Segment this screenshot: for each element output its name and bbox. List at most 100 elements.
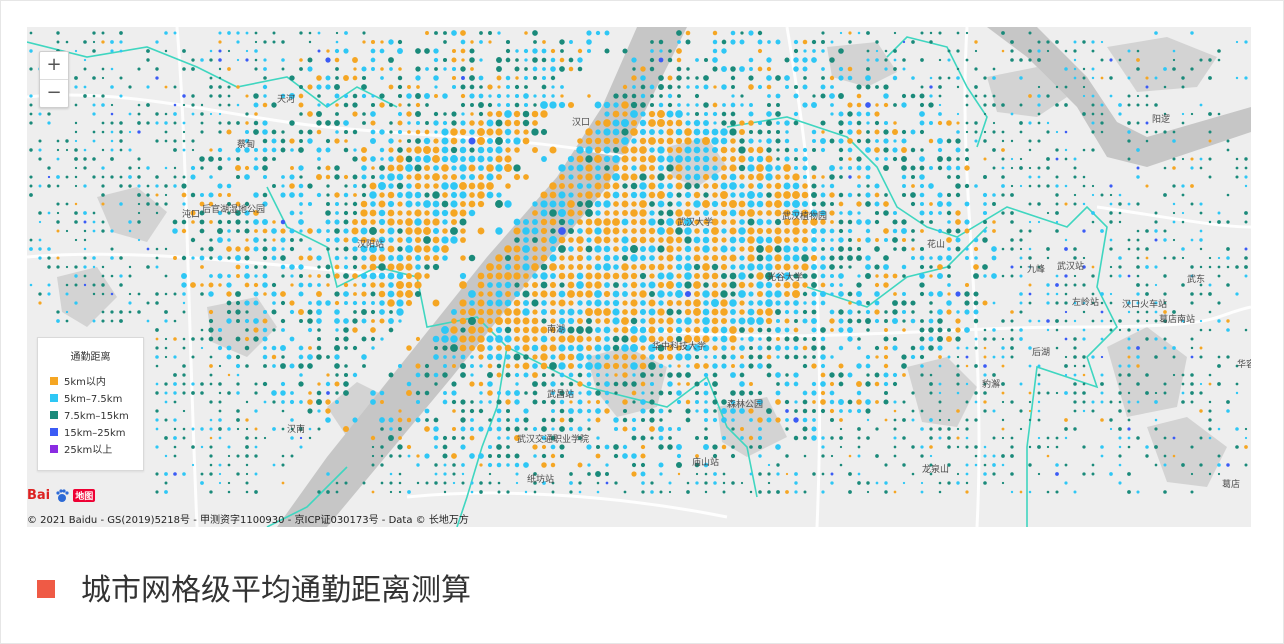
grid-dot <box>749 382 753 386</box>
grid-dot <box>738 281 746 289</box>
grid-dot <box>946 210 952 216</box>
grid-dot <box>460 237 466 243</box>
grid-dot <box>380 463 384 467</box>
place-label[interactable]: 汉南 <box>287 422 305 435</box>
place-label[interactable]: 阳逻 <box>1152 112 1170 125</box>
grid-dot <box>307 201 313 207</box>
place-label[interactable]: 后官湖湿地公园 <box>202 202 265 215</box>
grid-dot <box>299 445 303 449</box>
grid-dot <box>253 300 259 306</box>
place-label[interactable]: 天河 <box>277 92 295 105</box>
baidu-map-logo[interactable]: Bai 地图 <box>27 488 96 508</box>
grid-dot <box>902 463 906 467</box>
grid-dot <box>910 318 916 324</box>
grid-dot <box>495 353 503 361</box>
grid-dot <box>883 345 889 351</box>
grid-dot <box>829 372 835 378</box>
grid-dot <box>289 336 295 342</box>
grid-dot <box>164 382 168 386</box>
place-label[interactable]: 九峰 <box>1027 262 1045 275</box>
grid-dot <box>639 137 647 145</box>
grid-dot <box>1127 346 1131 350</box>
grid-dot <box>298 102 304 108</box>
grid-dot <box>704 472 708 476</box>
grid-dot <box>612 164 620 172</box>
place-label[interactable]: 沌口 <box>182 207 200 220</box>
grid-dot <box>146 202 150 206</box>
grid-dot <box>495 146 503 154</box>
grid-dot <box>641 490 645 494</box>
grid-dot <box>1001 184 1005 188</box>
grid-dot <box>316 147 322 153</box>
grid-dot <box>299 31 303 35</box>
grid-dot <box>531 227 539 235</box>
grid-dot <box>730 102 736 108</box>
zoom-out-button[interactable]: − <box>40 79 68 107</box>
grid-dot <box>416 481 420 485</box>
place-label[interactable]: 后湖 <box>1032 345 1050 358</box>
legend-swatch <box>50 428 58 436</box>
grid-dot <box>632 373 636 377</box>
grid-dot <box>334 120 340 126</box>
grid-dot <box>639 326 647 334</box>
grid-dot <box>477 281 485 289</box>
grid-dot <box>460 372 466 378</box>
place-label[interactable]: 华中科技大学 <box>652 339 706 352</box>
grid-dot <box>657 146 665 154</box>
grid-dot <box>379 102 385 108</box>
place-label[interactable]: 武汉交通职业学院 <box>517 432 589 445</box>
place-label[interactable]: 武东 <box>1187 272 1205 285</box>
grid-dot <box>649 399 655 405</box>
place-label[interactable]: 武汉植物园 <box>782 209 827 222</box>
grid-dot <box>621 200 629 208</box>
grid-dot <box>209 364 213 368</box>
grid-dot <box>505 84 511 90</box>
place-label[interactable]: 蔡甸 <box>237 137 255 150</box>
grid-dot <box>478 174 484 180</box>
grid-dot <box>938 418 942 422</box>
grid-dot <box>982 237 988 243</box>
place-label[interactable]: 华容 <box>1237 357 1251 370</box>
grid-dot <box>353 193 357 197</box>
grid-dot <box>767 490 771 494</box>
grid-dot <box>983 274 987 278</box>
grid-dot <box>576 290 584 298</box>
grid-dot <box>541 417 547 423</box>
grid-dot <box>388 435 394 441</box>
grid-dot <box>739 255 745 261</box>
grid-dot <box>874 111 880 117</box>
grid-dot <box>1010 319 1014 323</box>
grid-dot <box>658 318 664 324</box>
grid-dot <box>973 318 979 324</box>
place-label[interactable]: 光谷大学 <box>767 270 803 283</box>
place-label[interactable]: 庙山站 <box>692 455 719 468</box>
place-label[interactable]: 汉口火车站 <box>1122 297 1167 310</box>
place-label[interactable]: 汉口 <box>572 115 590 128</box>
place-label[interactable]: 汉阳站 <box>357 237 384 250</box>
place-label[interactable]: 武汉站 <box>1057 259 1084 272</box>
place-label[interactable]: 花山 <box>927 237 945 250</box>
grid-dot <box>388 84 394 90</box>
zoom-in-button[interactable]: + <box>40 52 68 79</box>
place-label[interactable]: 武汉大学 <box>677 215 713 228</box>
grid-dot <box>756 317 764 325</box>
grid-dot <box>875 427 879 431</box>
place-label[interactable]: 武昌站 <box>547 387 574 400</box>
grid-dot <box>477 191 485 199</box>
place-label[interactable]: 葛店 <box>1222 477 1240 490</box>
place-label[interactable]: 南湖 <box>547 322 565 335</box>
grid-dot <box>983 112 987 116</box>
grid-dot <box>496 174 502 180</box>
grid-dot <box>128 301 132 305</box>
place-label[interactable]: 左岭站 <box>1072 295 1099 308</box>
grid-dot <box>352 372 358 378</box>
place-label[interactable]: 葛店南站 <box>1159 312 1195 325</box>
grid-dot <box>1127 103 1131 107</box>
commute-distance-map[interactable]: 汉口火车站 武汉站左岭站葛店南站 武汉植物园华中科技大学 武汉大学光谷大学森林公园 南湖… <box>27 27 1251 527</box>
place-label[interactable]: 豹澥 <box>982 377 1000 390</box>
place-label[interactable]: 纸坊站 <box>527 472 554 485</box>
place-label[interactable]: 龙泉山 <box>922 462 949 475</box>
place-label[interactable]: 森林公园 <box>727 397 763 410</box>
grid-dot <box>1217 256 1221 260</box>
grid-dot <box>172 228 178 234</box>
